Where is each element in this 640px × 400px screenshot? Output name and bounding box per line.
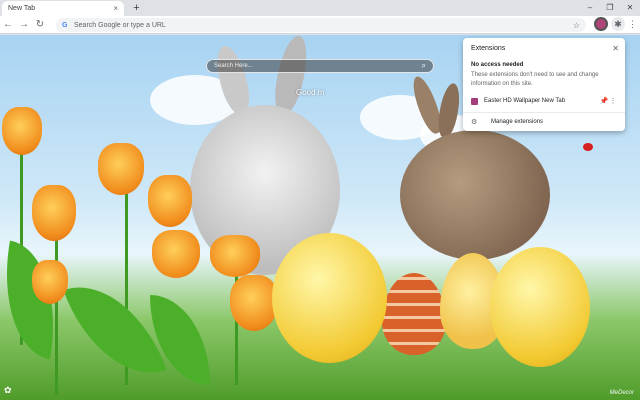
tulip [148, 175, 192, 227]
artist-signature: MeDecor [609, 390, 634, 396]
back-button[interactable]: ← [0, 17, 16, 33]
toolbar-actions: ✱ ⋮ [594, 17, 637, 31]
tulip [32, 260, 68, 304]
extension-icon[interactable] [594, 17, 608, 31]
extensions-popup-title: Extensions [471, 45, 506, 52]
bookmark-star-icon[interactable]: ☆ [573, 21, 580, 30]
tulip [210, 235, 260, 277]
tulip [152, 230, 200, 278]
search-icon[interactable]: ⌕ [422, 61, 426, 71]
window-controls: – ❐ ✕ [580, 0, 640, 14]
easter-egg [382, 273, 446, 355]
tab-title: New Tab [8, 5, 36, 12]
browser-menu-icon[interactable]: ⋮ [628, 19, 637, 30]
chick [490, 247, 590, 367]
no-access-description: These extensions don't need to see and c… [471, 72, 599, 87]
reload-button[interactable]: ↻ [32, 17, 48, 33]
tab-new-tab[interactable]: New Tab × [2, 1, 124, 16]
browser-toolbar: ← → ↻ G Search Google or type a URL ☆ ✱ … [0, 16, 640, 34]
page-search-box[interactable]: Search Here... ⌕ [206, 59, 434, 73]
tulip [32, 185, 76, 241]
extension-item[interactable]: Easter HD Wallpaper New Tab 📌 ⋮ [463, 94, 625, 108]
new-tab-button[interactable]: + [130, 1, 143, 14]
extension-logo-icon [471, 97, 478, 105]
settings-flower-icon[interactable]: ✿ [4, 385, 12, 396]
tab-close-icon[interactable]: × [113, 4, 118, 13]
leaf [63, 266, 167, 394]
gear-icon: ⚙ [471, 119, 478, 126]
minimize-button[interactable]: – [580, 0, 600, 14]
address-bar-placeholder: Search Google or type a URL [74, 21, 166, 29]
greeting-text: Good m [296, 88, 325, 97]
address-bar[interactable]: G Search Google or type a URL ☆ [56, 18, 586, 32]
tulip [230, 275, 278, 331]
restore-button[interactable]: ❐ [600, 0, 620, 14]
close-window-button[interactable]: ✕ [620, 0, 640, 14]
extensions-popup: Extensions ✕ No access needed These exte… [463, 38, 625, 131]
manage-extensions-item[interactable]: ⚙ Manage extensions [463, 116, 625, 128]
close-icon[interactable]: ✕ [612, 44, 619, 53]
bunny-ear [269, 35, 313, 117]
tulip-stem [55, 235, 58, 395]
tulip [2, 107, 42, 155]
tulip [98, 143, 144, 195]
chick [272, 233, 387, 363]
forward-button[interactable]: → [16, 17, 32, 33]
no-access-heading: No access needed [471, 62, 524, 68]
extension-menu-icon[interactable]: ⋮ [609, 97, 617, 105]
extension-name: Easter HD Wallpaper New Tab [484, 98, 566, 104]
ladybug [583, 143, 593, 151]
brown-bunny [400, 130, 550, 260]
manage-extensions-label: Manage extensions [491, 119, 544, 125]
tab-strip: New Tab × + – ❐ ✕ [0, 0, 640, 16]
extensions-puzzle-icon[interactable]: ✱ [611, 17, 625, 31]
google-icon: G [62, 21, 68, 29]
page-search-placeholder: Search Here... [214, 63, 253, 69]
divider [463, 112, 625, 113]
pin-icon[interactable]: 📌 [599, 97, 609, 105]
